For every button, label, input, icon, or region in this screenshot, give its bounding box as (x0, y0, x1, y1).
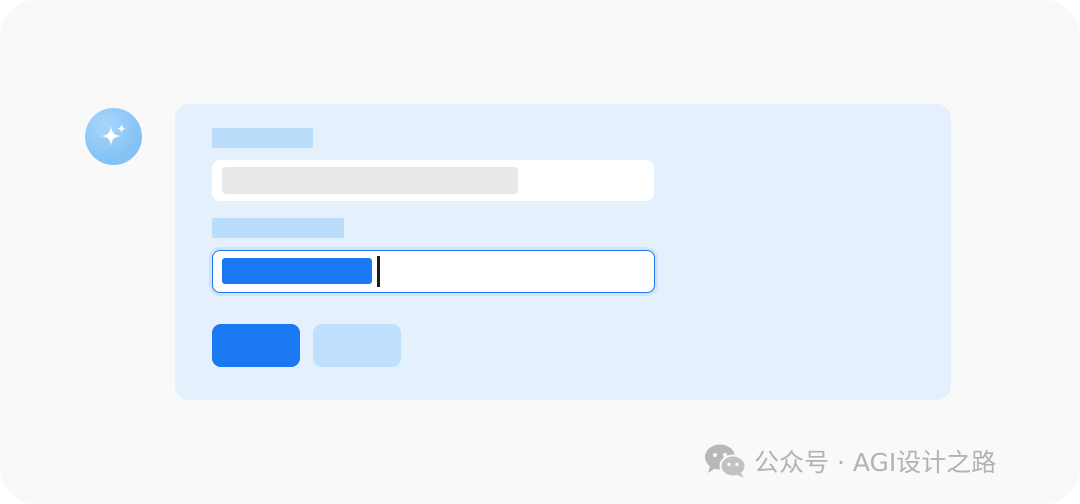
text-caret (377, 256, 380, 287)
text-input[interactable] (212, 160, 654, 201)
field-label-placeholder (212, 218, 344, 238)
primary-button[interactable] (212, 324, 300, 367)
preview-frame: 公众号 · AGI设计之路 (0, 0, 1080, 504)
assistant-avatar (85, 108, 142, 165)
sparkle-icon (100, 123, 126, 146)
input-placeholder-skeleton (222, 167, 518, 194)
selected-text-highlight (222, 258, 372, 284)
watermark: 公众号 · AGI设计之路 (704, 441, 996, 481)
secondary-button[interactable] (313, 324, 401, 367)
text-input-focused[interactable] (212, 250, 655, 293)
field-label-placeholder (212, 128, 313, 148)
wechat-icon (705, 444, 746, 478)
watermark-text: 公众号 · AGI设计之路 (754, 448, 997, 477)
